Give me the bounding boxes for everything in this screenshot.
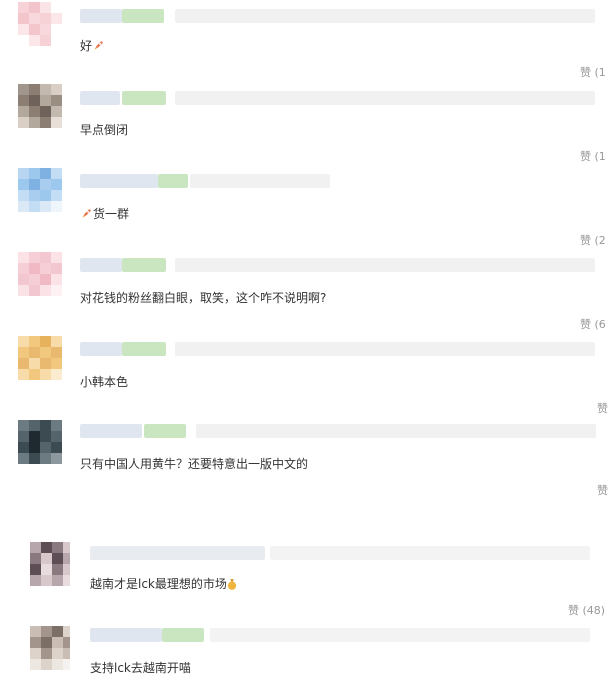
username-blurred[interactable] [122, 9, 164, 23]
comment-item: 越南才是lck最理想的市场 赞 (48) [0, 532, 608, 617]
comment-item: 好 赞 (1 [0, 0, 608, 80]
comment-text: 支持lck去越南开喵 [90, 661, 191, 675]
username-blurred[interactable] [122, 342, 166, 356]
comment-text: 小韩本色 [80, 375, 129, 389]
avatar[interactable] [18, 420, 62, 464]
username-blurred[interactable] [122, 258, 166, 272]
username-blurred [210, 628, 590, 642]
username-blurred[interactable] [80, 9, 122, 23]
comment-text: 早点倒闭 [80, 123, 129, 137]
username-blurred [190, 174, 330, 188]
avatar[interactable] [30, 626, 70, 670]
avatar[interactable] [18, 84, 62, 128]
like-count[interactable]: 赞 (1 [580, 148, 606, 164]
comment-item: 对花钱的粉丝翻白眼，取笑，这个咋不说明啊? 赞 (6 [0, 248, 608, 332]
username-blurred[interactable] [90, 628, 162, 642]
username-blurred [175, 9, 595, 23]
rocket-emoji [82, 209, 91, 218]
like-count[interactable]: 赞 (1 [580, 64, 606, 80]
comment-item: 小韩本色 赞 [0, 332, 608, 416]
username-blurred[interactable] [80, 424, 142, 438]
like-count[interactable]: 赞 (6 [580, 316, 606, 332]
comment-text: 货一群 [80, 206, 129, 222]
username-blurred[interactable] [158, 174, 188, 188]
comment-text: 越南才是lck最理想的市场 [90, 576, 237, 592]
like-count[interactable]: 赞 (2 [580, 232, 606, 248]
username-blurred[interactable] [80, 174, 158, 188]
comment-text: 只有中国人用黄牛？还要特意出一版中文的 [80, 457, 309, 471]
rocket-emoji [94, 41, 103, 50]
username-blurred[interactable] [80, 258, 122, 272]
username-blurred [175, 342, 595, 356]
comment-text: 对花钱的粉丝翻白眼，取笑，这个咋不说明啊? [80, 291, 327, 305]
username-blurred[interactable] [122, 91, 166, 105]
username-blurred[interactable] [80, 91, 120, 105]
username-blurred[interactable] [80, 342, 122, 356]
username-blurred [270, 546, 590, 560]
username-blurred[interactable] [144, 424, 186, 438]
username-blurred [175, 91, 595, 105]
avatar[interactable] [18, 2, 62, 46]
comment-item: 货一群 赞 (2 [0, 164, 608, 248]
username-blurred [196, 424, 596, 438]
avatar[interactable] [18, 168, 62, 212]
comment-item: 支持lck去越南开喵 [0, 616, 608, 685]
comment-item: 早点倒闭 赞 (1 [0, 80, 608, 163]
username-blurred [175, 258, 595, 272]
like-count[interactable]: 赞 [597, 482, 608, 498]
username-blurred[interactable] [162, 628, 204, 642]
avatar[interactable] [18, 252, 62, 296]
money-bag-emoji [227, 579, 237, 590]
comment-text: 好 [80, 38, 105, 54]
avatar[interactable] [30, 542, 70, 586]
username-blurred[interactable] [90, 546, 265, 560]
comment-item: 只有中国人用黄牛？还要特意出一版中文的 赞 [0, 416, 608, 516]
like-count[interactable]: 赞 [597, 400, 608, 416]
avatar[interactable] [18, 336, 62, 380]
